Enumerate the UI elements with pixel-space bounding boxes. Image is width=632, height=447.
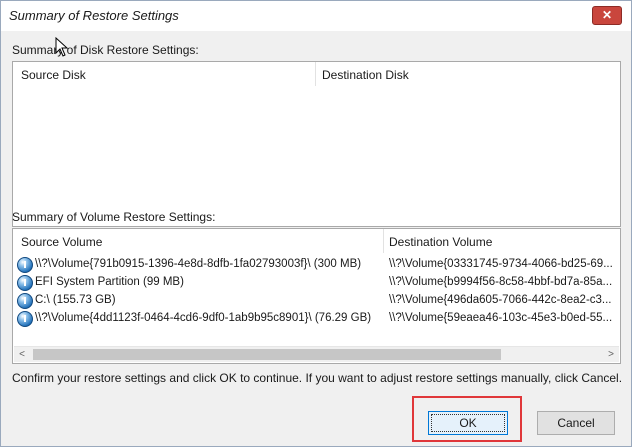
column-destination-disk[interactable]: Destination Disk bbox=[322, 68, 409, 82]
column-divider bbox=[315, 62, 316, 86]
volume-icon bbox=[17, 311, 33, 327]
scroll-right-icon[interactable]: > bbox=[603, 347, 619, 362]
source-volume-cell: C:\ (155.73 GB) bbox=[35, 294, 116, 306]
source-volume-cell: EFI System Partition (99 MB) bbox=[35, 276, 184, 288]
volume-icon bbox=[17, 293, 33, 309]
close-icon: ✕ bbox=[601, 8, 613, 22]
scroll-left-icon[interactable]: < bbox=[14, 347, 30, 362]
volume-row[interactable]: \\?\Volume{791b0915-1396-4e8d-8dfb-1fa02… bbox=[13, 256, 620, 274]
volume-row[interactable]: \\?\Volume{4dd1123f-0464-4cd6-9df0-1ab9b… bbox=[13, 310, 620, 328]
instructions-text: Confirm your restore settings and click … bbox=[12, 371, 623, 385]
volume-icon bbox=[17, 257, 33, 273]
cancel-button[interactable]: Cancel bbox=[537, 411, 615, 435]
source-volume-cell: \\?\Volume{4dd1123f-0464-4cd6-9df0-1ab9b… bbox=[35, 312, 372, 324]
mouse-pointer-icon bbox=[55, 37, 69, 57]
volume-row[interactable]: C:\ (155.73 GB) \\?\Volume{496da605-7066… bbox=[13, 292, 620, 310]
restore-summary-dialog: Summary of Restore Settings ✕ Summary of… bbox=[0, 0, 632, 447]
dialog-body: Summary of Disk Restore Settings: Source… bbox=[1, 31, 631, 446]
close-button[interactable]: ✕ bbox=[592, 6, 622, 25]
column-destination-volume[interactable]: Destination Volume bbox=[389, 235, 492, 249]
volume-section-label: Summary of Volume Restore Settings: bbox=[12, 210, 216, 224]
volume-settings-list[interactable]: Source Volume Destination Volume \\?\Vol… bbox=[12, 228, 621, 364]
disk-section-label: Summary of Disk Restore Settings: bbox=[12, 43, 199, 57]
disk-settings-list[interactable]: Source Disk Destination Disk bbox=[12, 61, 621, 227]
column-source-volume[interactable]: Source Volume bbox=[21, 235, 102, 249]
title-bar: Summary of Restore Settings ✕ bbox=[1, 1, 631, 31]
ok-highlight-box bbox=[412, 396, 522, 442]
horizontal-scrollbar[interactable]: < > bbox=[14, 346, 619, 362]
column-divider bbox=[383, 229, 384, 253]
destination-volume-cell: \\?\Volume{03331745-9734-4066-bd25-69... bbox=[389, 258, 613, 270]
dialog-title: Summary of Restore Settings bbox=[9, 8, 179, 23]
destination-volume-cell: \\?\Volume{59eaea46-103c-45e3-b0ed-55... bbox=[389, 312, 613, 324]
destination-volume-cell: \\?\Volume{b9994f56-8c58-4bbf-bd7a-85a..… bbox=[389, 276, 613, 288]
volume-row[interactable]: EFI System Partition (99 MB) \\?\Volume{… bbox=[13, 274, 620, 292]
destination-volume-cell: \\?\Volume{496da605-7066-442c-8ea2-c3... bbox=[389, 294, 612, 306]
volume-icon bbox=[17, 275, 33, 291]
column-source-disk[interactable]: Source Disk bbox=[21, 68, 86, 82]
scrollbar-thumb[interactable] bbox=[33, 349, 501, 360]
source-volume-cell: \\?\Volume{791b0915-1396-4e8d-8dfb-1fa02… bbox=[35, 258, 362, 270]
